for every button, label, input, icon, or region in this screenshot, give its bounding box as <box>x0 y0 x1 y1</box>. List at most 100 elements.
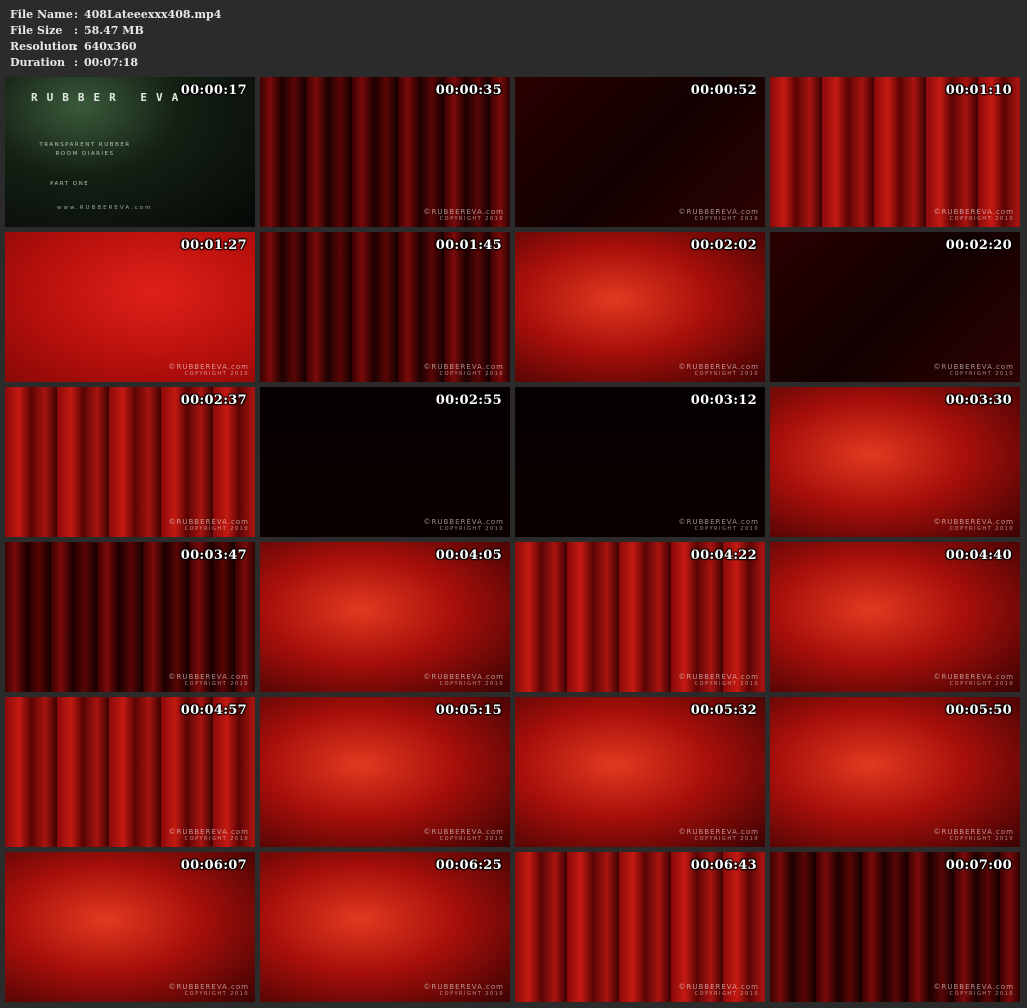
video-thumbnail: RUBBER EVA TRANSPARENT RUBBER ROOM DIARIES… <box>5 77 255 227</box>
copyright-icon: © <box>933 673 942 681</box>
watermark-brand-line: ©RUBBEREVA.com <box>934 364 1015 371</box>
info-separator: : <box>74 56 79 69</box>
copyright-icon: © <box>423 363 432 371</box>
watermark-suffix: .com <box>227 518 249 526</box>
intro-subtitle: TRANSPARENT RUBBER ROOM DIARIES <box>15 141 155 159</box>
watermark-suffix: .com <box>737 518 759 526</box>
thumbnail-timestamp: 00:00:17 <box>180 83 247 98</box>
video-thumbnail: ©RUBBEREVA.com COPYRIGHT 2010 00:01:10 <box>770 77 1020 227</box>
watermark-copyright: COPYRIGHT 2010 <box>439 371 504 377</box>
watermark: ©RUBBEREVA.com COPYRIGHT 2010 <box>424 364 505 378</box>
thumbnail-timestamp: 00:05:32 <box>690 703 757 718</box>
watermark: ©RUBBEREVA.com COPYRIGHT 2010 <box>169 984 250 998</box>
watermark-copyright: COPYRIGHT 2010 <box>949 991 1014 997</box>
info-separator: : <box>74 24 79 37</box>
watermark-brand-line: ©RUBBEREVA.com <box>424 984 505 991</box>
video-thumbnail: ©RUBBEREVA.com COPYRIGHT 2010 00:06:25 <box>260 852 510 1002</box>
watermark: ©RUBBEREVA.com COPYRIGHT 2010 <box>424 519 505 533</box>
info-row-duration: Duration : 00:07:18 <box>10 55 221 71</box>
watermark: ©RUBBEREVA.com COPYRIGHT 2010 <box>424 209 505 223</box>
watermark-suffix: .com <box>737 673 759 681</box>
video-thumbnail: ©RUBBEREVA.com COPYRIGHT 2010 00:01:45 <box>260 232 510 382</box>
watermark: ©RUBBEREVA.com COPYRIGHT 2010 <box>424 829 505 843</box>
watermark-brand-line: ©RUBBEREVA.com <box>934 519 1015 526</box>
thumbnail-timestamp: 00:01:10 <box>945 83 1012 98</box>
watermark-suffix: .com <box>482 983 504 991</box>
video-thumbnail: ©RUBBEREVA.com COPYRIGHT 2010 00:04:22 <box>515 542 765 692</box>
watermark-brand-line: ©RUBBEREVA.com <box>679 674 760 681</box>
watermark-brand-line: ©RUBBEREVA.com <box>424 209 505 216</box>
watermark: ©RUBBEREVA.com COPYRIGHT 2010 <box>679 829 760 843</box>
watermark-suffix: .com <box>482 828 504 836</box>
copyright-icon: © <box>933 363 942 371</box>
watermark: ©RUBBEREVA.com COPYRIGHT 2010 <box>169 829 250 843</box>
watermark-brand: RUBBEREVA <box>176 673 228 681</box>
watermark-suffix: .com <box>992 208 1014 216</box>
watermark-brand: RUBBEREVA <box>686 828 738 836</box>
copyright-icon: © <box>423 673 432 681</box>
watermark-suffix: .com <box>482 208 504 216</box>
copyright-icon: © <box>933 828 942 836</box>
watermark-brand: RUBBEREVA <box>431 363 483 371</box>
watermark-copyright: COPYRIGHT 2010 <box>694 371 759 377</box>
video-thumbnail: ©RUBBEREVA.com COPYRIGHT 2010 00:03:30 <box>770 387 1020 537</box>
watermark-brand: RUBBEREVA <box>176 518 228 526</box>
copyright-icon: © <box>168 363 177 371</box>
watermark-suffix: .com <box>737 983 759 991</box>
watermark-brand: RUBBEREVA <box>431 518 483 526</box>
watermark-brand: RUBBEREVA <box>431 828 483 836</box>
watermark-copyright: COPYRIGHT 2010 <box>184 526 249 532</box>
watermark-copyright: COPYRIGHT 2010 <box>694 216 759 222</box>
watermark: ©RUBBEREVA.com COPYRIGHT 2010 <box>169 519 250 533</box>
watermark-copyright: COPYRIGHT 2010 <box>439 991 504 997</box>
thumbnail-timestamp: 00:04:05 <box>435 548 502 563</box>
thumbnail-timestamp: 00:05:15 <box>435 703 502 718</box>
thumbnail-timestamp: 00:02:20 <box>945 238 1012 253</box>
video-thumbnail: ©RUBBEREVA.com COPYRIGHT 2010 00:07:00 <box>770 852 1020 1002</box>
watermark-copyright: COPYRIGHT 2010 <box>184 681 249 687</box>
watermark-brand: RUBBEREVA <box>431 983 483 991</box>
info-row-file-size: File Size : 58.47 MB <box>10 23 221 39</box>
watermark-suffix: .com <box>992 673 1014 681</box>
watermark: ©RUBBEREVA.com COPYRIGHT 2010 <box>424 674 505 688</box>
info-row-file-name: File Name : 408Lateeexxx408.mp4 <box>10 7 221 23</box>
video-thumbnail: ©RUBBEREVA.com COPYRIGHT 2010 00:02:37 <box>5 387 255 537</box>
watermark-brand: RUBBEREVA <box>941 363 993 371</box>
watermark-brand-line: ©RUBBEREVA.com <box>424 364 505 371</box>
video-thumbnail: ©RUBBEREVA.com COPYRIGHT 2010 00:06:07 <box>5 852 255 1002</box>
watermark-copyright: COPYRIGHT 2010 <box>439 836 504 842</box>
video-thumbnail: ©RUBBEREVA.com COPYRIGHT 2010 00:02:20 <box>770 232 1020 382</box>
watermark-brand-line: ©RUBBEREVA.com <box>679 209 760 216</box>
thumbnail-timestamp: 00:03:30 <box>945 393 1012 408</box>
watermark: ©RUBBEREVA.com COPYRIGHT 2010 <box>679 519 760 533</box>
watermark-suffix: .com <box>737 828 759 836</box>
video-thumbnail: ©RUBBEREVA.com COPYRIGHT 2010 00:04:05 <box>260 542 510 692</box>
watermark-copyright: COPYRIGHT 2010 <box>184 836 249 842</box>
watermark-brand-line: ©RUBBEREVA.com <box>679 519 760 526</box>
thumbnail-timestamp: 00:03:12 <box>690 393 757 408</box>
watermark-brand-line: ©RUBBEREVA.com <box>169 364 250 371</box>
info-value: 408Lateeexxx408.mp4 <box>84 8 222 21</box>
watermark-suffix: .com <box>992 518 1014 526</box>
watermark: ©RUBBEREVA.com COPYRIGHT 2010 <box>679 984 760 998</box>
thumbnail-timestamp: 00:02:55 <box>435 393 502 408</box>
info-separator: : <box>74 40 79 53</box>
thumbnail-timestamp: 00:04:22 <box>690 548 757 563</box>
watermark-suffix: .com <box>482 363 504 371</box>
thumbnail-timestamp: 00:06:43 <box>690 858 757 873</box>
watermark-brand-line: ©RUBBEREVA.com <box>169 674 250 681</box>
intro-subtitle-line: ROOM DIARIES <box>55 151 115 157</box>
watermark-copyright: COPYRIGHT 2010 <box>694 991 759 997</box>
watermark-copyright: COPYRIGHT 2010 <box>694 681 759 687</box>
copyright-icon: © <box>678 518 687 526</box>
watermark-brand-line: ©RUBBEREVA.com <box>934 674 1015 681</box>
watermark-suffix: .com <box>737 363 759 371</box>
info-label: File Size <box>10 24 63 37</box>
watermark-brand: RUBBEREVA <box>686 983 738 991</box>
intro-title-text: RUBBER EVA <box>31 91 188 104</box>
copyright-icon: © <box>168 673 177 681</box>
thumbnail-timestamp: 00:06:25 <box>435 858 502 873</box>
copyright-icon: © <box>423 518 432 526</box>
file-info-header: File Name : 408Lateeexxx408.mp4 File Siz… <box>10 7 221 71</box>
video-thumbnail: ©RUBBEREVA.com COPYRIGHT 2010 00:00:35 <box>260 77 510 227</box>
